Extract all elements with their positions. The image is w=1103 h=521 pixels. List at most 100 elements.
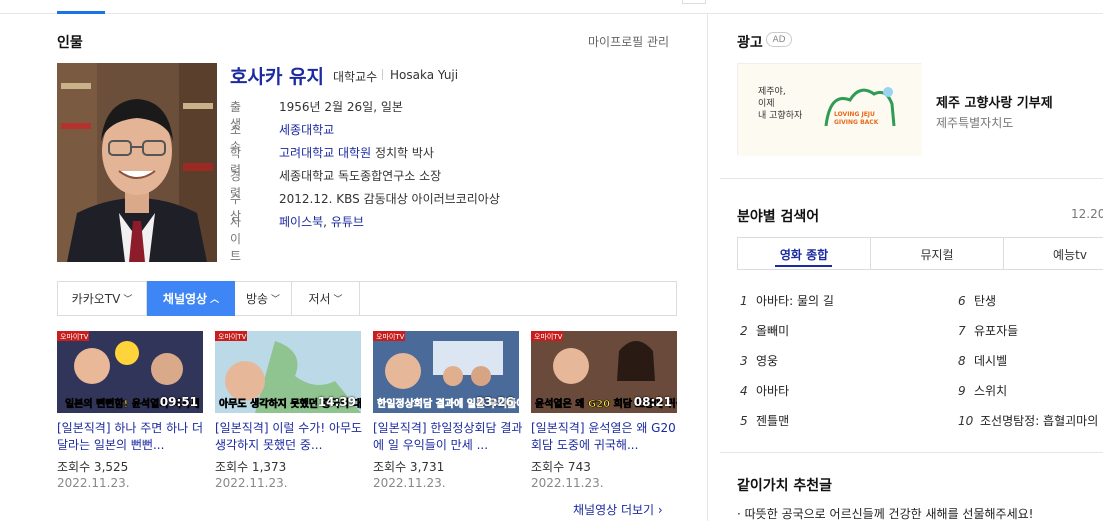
rank-number: 5 [740,414,748,428]
keyword-rank-item[interactable]: 5 젠틀맨 [740,412,789,429]
ad-advertiser: 제주특별자치도 [936,116,1014,130]
keyword-rank-item[interactable]: 3 영웅 [740,352,778,369]
tab-channel-video[interactable]: 채널영상 ︿ [147,281,235,316]
video-title-link[interactable]: [일본직격] 한일정상회담 결과에 일 우익들이 만세 ... [373,420,525,454]
tab-channel-video-label: 채널영상 [162,292,208,306]
rank-term: 스위치 [974,384,1008,398]
keyword-rank-item[interactable]: 10 조선명탐정: 흡혈괴마의 [958,412,1098,429]
tab-variety-tv[interactable]: 예능tv [1003,238,1103,270]
keyword-date: 12.20. [1071,207,1103,221]
rank-number: 3 [740,354,748,368]
video-views: 조회수 3,731 [373,460,445,474]
rank-term: 조선명탐정: 흡혈괴마의 [980,414,1099,428]
video-title-link[interactable]: [일본직격] 이럴 수가! 아무도 생각하지 못했던 중... [215,420,367,454]
video-date: 2022.11.23. [57,476,130,490]
video-title-link[interactable]: [일본직격] 윤석열은 왜 G20 회담 도중에 귀국해... [531,420,683,454]
section-divider [720,178,1103,179]
ad-banner-image: 제주야, 이제 내 고향하자 LOVING JEJU GIVING BACK [738,64,922,156]
video-duration: 09:51 [159,395,198,409]
youtube-link[interactable]: 유튜브 [331,215,364,229]
profile-photo[interactable] [57,63,217,262]
rank-term: 올빼미 [756,324,790,338]
name-separator [382,69,383,80]
banner-line: 내 고향하자 [758,109,803,121]
keyword-rank-item[interactable]: 6 탄생 [958,292,996,309]
my-profile-manage-link[interactable]: 마이프로필 관리 [588,33,669,50]
video-title-link[interactable]: [일본직격] 하나 주면 하나 더 달라는 일본의 뻔뻔... [57,420,209,454]
keyword-rank-item[interactable]: 1 아바타: 물의 길 [740,292,834,309]
column-divider [707,14,708,521]
tab-variety-tv-label: 예능tv [1053,247,1087,262]
video-thumbnail[interactable]: 오마이TV 아무도 생각하지 못했던 중국의 대만 침공 14:39 [215,331,361,413]
recommend-item-link[interactable]: · 따뜻한 공국으로 어르신들께 건강한 새해를 선물해주세요! [737,505,1033,521]
rank-number: 7 [958,324,966,338]
tab-movie-total-label: 영화 종합 [779,247,829,262]
career-value: 세종대학교 독도종합연구소 소장 [279,169,442,183]
affiliation-link[interactable]: 세종대학교 [279,121,334,138]
chevron-down-icon: ﹀ [123,295,133,305]
tab-kakaotv[interactable]: 카카오TV ﹀ [58,281,147,316]
rank-number: 9 [958,384,966,398]
ad-badge: AD [766,32,792,47]
ad-title-link[interactable]: 제주 고향사랑 기부제 [936,92,1053,111]
media-tabbar: 카카오TV ﹀ 채널영상 ︿ 방송 ﹀ 저서 ﹀ [57,281,677,316]
keyword-rank-item[interactable]: 8 데시벨 [958,352,1007,369]
video-views: 조회수 1,373 [215,460,287,474]
video-thumbnail[interactable]: 오마이TV 일본의 뻔뻔함! 윤석열의 저자세 09:51 [57,331,203,413]
rank-term: 아바타: 물의 길 [756,294,834,308]
tab-books[interactable]: 저서 ﹀ [292,281,360,316]
top-divider [0,13,1103,14]
keyword-rank-item[interactable]: 7 유포자들 [958,322,1018,339]
rank-term: 데시벨 [974,354,1008,368]
facebook-link[interactable]: 페이스북 [279,215,323,229]
person-name: 호사카 유지 [230,66,325,88]
tab-kakaotv-label: 카카오TV [71,292,121,306]
video-thumbnail[interactable]: 오마이TV 한일정상회담 결과에 일본 우익들이 만세 부르고 있는 이유 23… [373,331,519,413]
education-value: 고려대학교 대학원 정치학 박사 [279,144,434,161]
tab-broadcast[interactable]: 방송 ﹀ [235,281,292,316]
channel-video-more-link[interactable]: 채널영상 더보기 › [573,501,663,518]
rank-term: 영웅 [756,354,779,368]
rank-number: 4 [740,384,748,398]
rank-term: 탄생 [974,294,997,308]
video-duration: 08:21 [633,395,672,409]
rank-number: 6 [958,294,966,308]
tab-musical-label: 뮤지컬 [920,247,954,262]
site-value: 페이스북, 유튜브 [279,213,364,230]
rank-term: 젠틀맨 [756,414,790,428]
video-views: 조회수 3,525 [57,460,129,474]
keyword-rank-item[interactable]: 2 올빼미 [740,322,789,339]
education-link[interactable]: 고려대학교 대학원 [279,146,371,160]
video-duration: 23:26 [475,395,514,409]
site-comma: , [323,215,331,229]
tab-musical[interactable]: 뮤지컬 [870,238,1003,270]
education-degree: 정치학 박사 [371,146,434,160]
thumbnail-logo: 오마이TV [218,332,247,341]
rank-term: 아바타 [756,384,790,398]
award-value: 2012.12. KBS 감동대상 아이러브코리아상 [279,192,500,206]
thumbnail-logo: 오마이TV [60,332,89,341]
rank-number: 2 [740,324,748,338]
keyword-rank-item[interactable]: 9 스위치 [958,382,1007,399]
keyword-tabs: 영화 종합 뮤지컬 예능tv [737,237,1103,270]
chevron-down-icon: ﹀ [271,295,281,305]
rank-number: 8 [958,354,966,368]
tab-movie-total[interactable]: 영화 종합 [737,238,870,270]
person-photo-illustration [57,63,217,262]
keyword-rank-item[interactable]: 4 아바타 [740,382,789,399]
video-views: 조회수 743 [531,460,591,474]
banner-logo: GIVING BACK [834,119,879,126]
person-english-name: Hosaka Yuji [390,68,459,82]
ad-banner[interactable]: 제주야, 이제 내 고향하자 LOVING JEJU GIVING BACK [737,63,922,156]
profile-section-title: 인물 [57,35,83,51]
banner-line: 제주야, [758,86,786,97]
video-thumbnail[interactable]: 오마이TV 윤석열은 왜 G20 회담 도중에 귀국해버렸나? 08:21 [531,331,677,413]
rank-number: 1 [740,294,748,308]
tab-books-label: 저서 [308,292,331,306]
banner-line: 이제 [758,98,775,109]
top-box [682,0,706,4]
section-divider [720,452,1103,453]
ad-section-title: 광고 [737,35,763,51]
rank-term: 유포자들 [974,324,1019,338]
thumbnail-logo: 오마이TV [376,332,405,341]
